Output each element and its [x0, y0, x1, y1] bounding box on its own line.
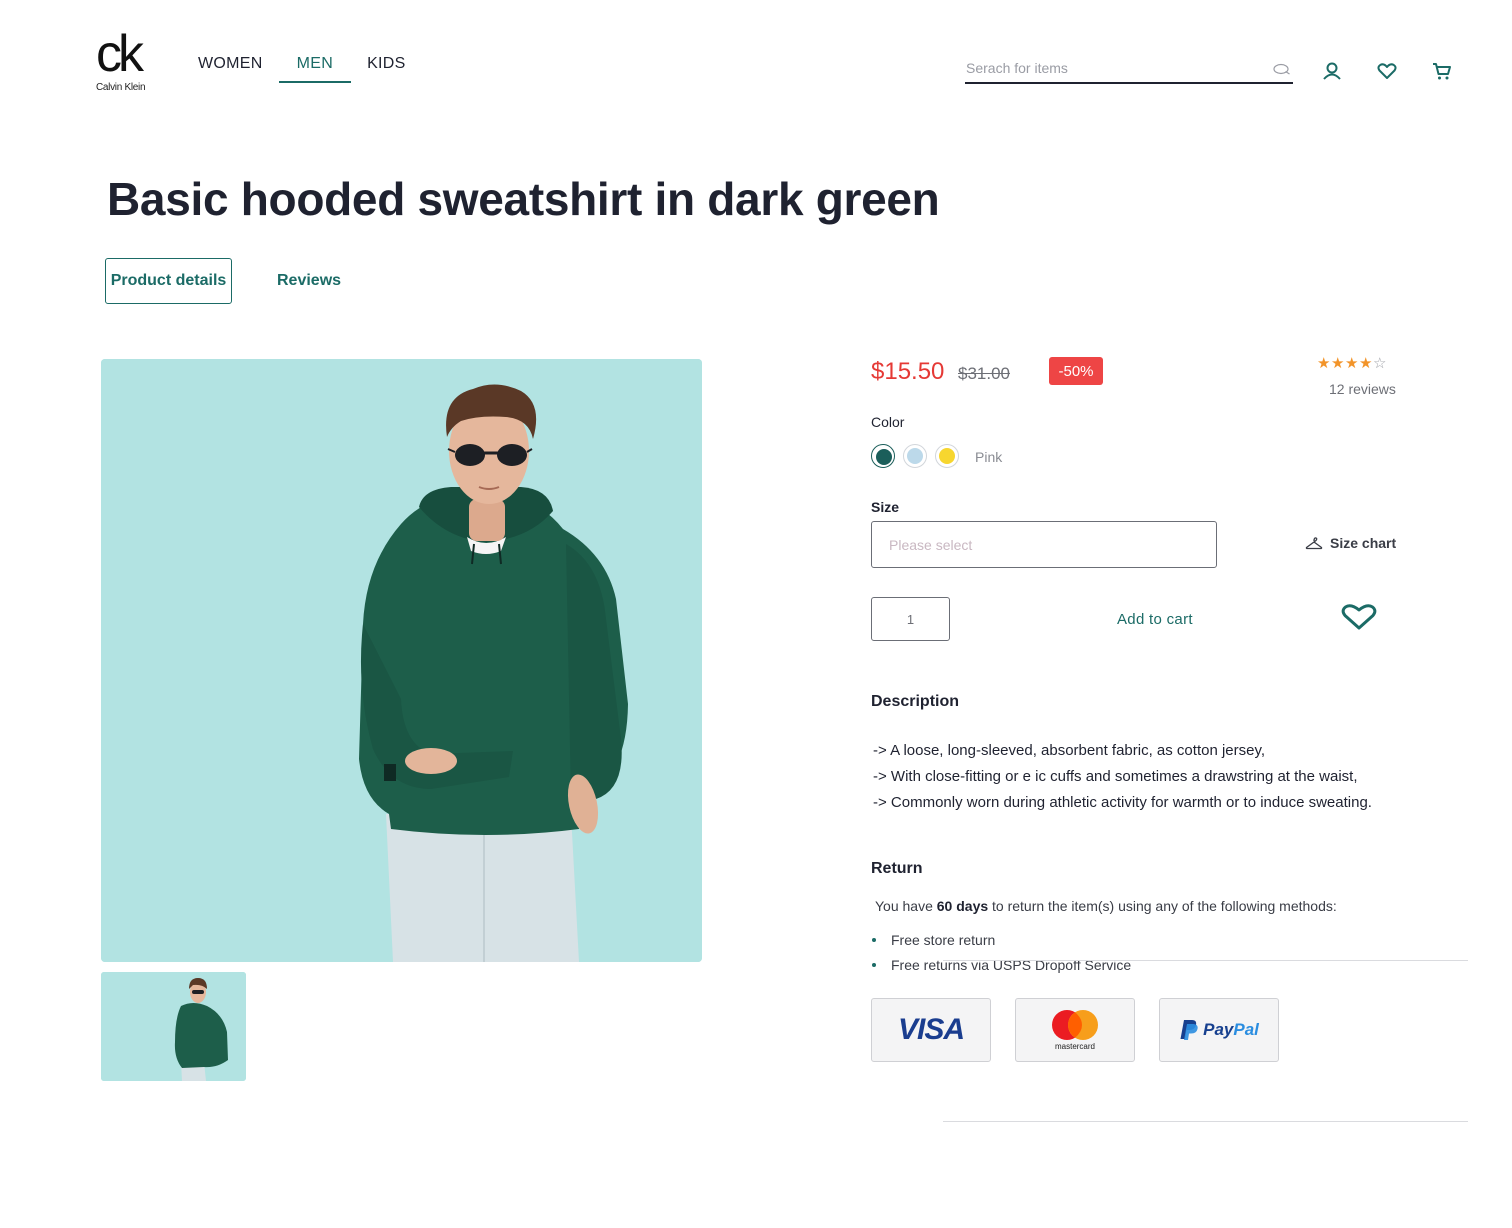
color-label: Color — [871, 414, 905, 430]
color-swatch-yellow[interactable] — [935, 444, 959, 468]
thumbnail-illustration — [101, 972, 246, 1081]
size-select[interactable]: Please select — [871, 521, 1217, 568]
return-days: 60 days — [936, 898, 989, 914]
brand-name: Calvin Klein — [96, 82, 146, 93]
size-chart-link[interactable]: Size chart — [1305, 535, 1396, 551]
visa-logo: VISA — [897, 1013, 965, 1046]
return-policy-text: You have 60 days to return the item(s) u… — [875, 898, 1337, 914]
payment-visa: VISA — [871, 998, 991, 1062]
brand-mark: ck — [96, 25, 144, 83]
original-price: $31.00 — [958, 364, 1010, 383]
payment-paypal: PayPal — [1159, 998, 1279, 1062]
list-item: Free store return — [871, 928, 1131, 953]
star-icon: ★ — [1345, 355, 1359, 372]
description-heading: Description — [871, 693, 960, 710]
return-methods-list: Free store return Free returns via USPS … — [871, 928, 1131, 978]
star-icon: ★ — [1317, 355, 1331, 372]
size-chart-label: Size chart — [1330, 535, 1397, 551]
divider — [943, 1121, 1468, 1122]
return-text-after: to return the item(s) using any of the f… — [988, 898, 1337, 914]
list-item: Free returns via USPS Dropoff Service — [871, 953, 1131, 978]
user-icon[interactable] — [1321, 60, 1343, 82]
tab-product-details[interactable]: Product details — [105, 258, 232, 304]
page-title: Basic hooded sweatshirt in dark green — [107, 173, 940, 225]
return-text-before: You have — [875, 898, 937, 914]
size-label: Size — [871, 499, 900, 515]
main-nav: WOMEN MEN KIDS — [188, 50, 416, 83]
nav-item-women[interactable]: WOMEN — [188, 50, 273, 83]
wishlist-heart-icon[interactable] — [1340, 603, 1378, 631]
nav-item-kids[interactable]: KIDS — [357, 50, 416, 83]
quantity-input[interactable] — [871, 597, 950, 641]
payment-mastercard: mastercard — [1015, 998, 1135, 1062]
selected-color-name: Pink — [975, 449, 1003, 465]
description-line: -> Commonly worn during athletic activit… — [873, 794, 1372, 811]
paypal-logo-icon — [1180, 1020, 1198, 1040]
tab-reviews[interactable]: Reviews — [277, 258, 341, 304]
brand-logo[interactable]: ck Calvin Klein — [96, 28, 156, 100]
color-swatch-light-blue[interactable] — [903, 444, 927, 468]
star-icon: ★ — [1331, 355, 1345, 372]
discount-badge: -50% — [1049, 357, 1103, 385]
color-swatch-green[interactable] — [871, 444, 895, 468]
add-to-cart-button[interactable]: Add to cart — [1117, 611, 1193, 628]
swatch-dot — [875, 448, 892, 465]
description-text: -> A loose, long-sleeved, absorbent fabr… — [873, 738, 1372, 816]
sale-price: $15.50 — [871, 358, 945, 385]
description-line: -> A loose, long-sleeved, absorbent fabr… — [873, 742, 1266, 759]
paypal-wordmark: PayPal — [1203, 1020, 1259, 1040]
mastercard-wordmark: mastercard — [1054, 1042, 1095, 1051]
search-input[interactable] — [965, 56, 1255, 76]
rating-stars[interactable]: ★ ★ ★ ★ ☆ — [1317, 354, 1397, 372]
product-thumbnail[interactable] — [101, 972, 246, 1081]
mastercard-logo-icon — [1052, 1010, 1098, 1040]
search-bar — [965, 56, 1293, 84]
hanger-icon — [1305, 537, 1323, 550]
search-icon[interactable] — [1273, 62, 1291, 76]
description-line: -> With close-fitting or e ic cuffs and … — [873, 768, 1358, 785]
return-heading: Return — [871, 860, 923, 877]
divider — [943, 960, 1468, 961]
star-icon: ★ — [1359, 355, 1373, 372]
product-photo-illustration — [101, 359, 702, 962]
nav-item-men[interactable]: MEN — [278, 50, 352, 83]
paypal-wordmark-pay: Pay — [1203, 1020, 1234, 1039]
swatch-dot — [939, 448, 955, 464]
paypal-wordmark-pal: Pal — [1233, 1020, 1259, 1039]
heart-icon[interactable] — [1376, 60, 1398, 82]
swatch-dot — [907, 448, 923, 464]
cart-icon[interactable] — [1431, 60, 1453, 82]
size-placeholder: Please select — [889, 536, 973, 553]
star-empty-icon: ☆ — [1373, 355, 1387, 372]
product-image[interactable] — [101, 359, 702, 962]
reviews-count[interactable]: 12 reviews — [1329, 381, 1396, 397]
